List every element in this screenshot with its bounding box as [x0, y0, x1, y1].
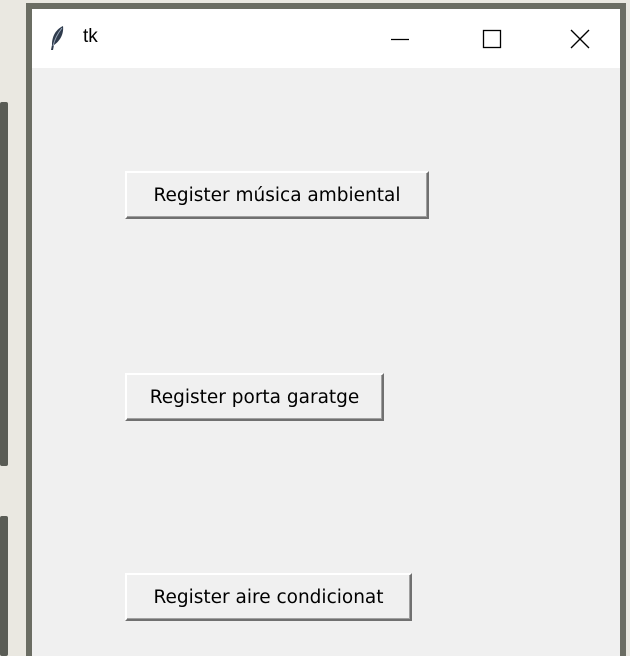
button-label: Register música ambiental	[153, 184, 401, 206]
close-icon	[570, 29, 590, 48]
tk-feather-icon	[51, 26, 64, 50]
maximize-button[interactable]	[446, 9, 538, 68]
button-label: Register aire condicionat	[153, 586, 384, 608]
title-bar[interactable]: tk	[32, 9, 620, 68]
button-label: Register porta garatge	[149, 386, 360, 408]
window-client-area: Register música ambiental Register porta…	[32, 68, 620, 656]
background-window-edge	[0, 516, 8, 656]
minimize-icon	[391, 38, 409, 40]
background-window-edge	[0, 102, 8, 466]
close-button[interactable]	[534, 9, 626, 68]
register-aire-condicionat-button[interactable]: Register aire condicionat	[125, 573, 412, 621]
minimize-button[interactable]	[354, 9, 446, 68]
maximize-icon	[482, 29, 502, 48]
window-title: tk	[83, 26, 98, 47]
tk-window: tk Register música ambiental Register po…	[26, 3, 626, 656]
register-musica-ambiental-button[interactable]: Register música ambiental	[125, 171, 429, 219]
register-porta-garatge-button[interactable]: Register porta garatge	[125, 373, 384, 421]
desktop-background: tk Register música ambiental Register po…	[0, 0, 630, 656]
